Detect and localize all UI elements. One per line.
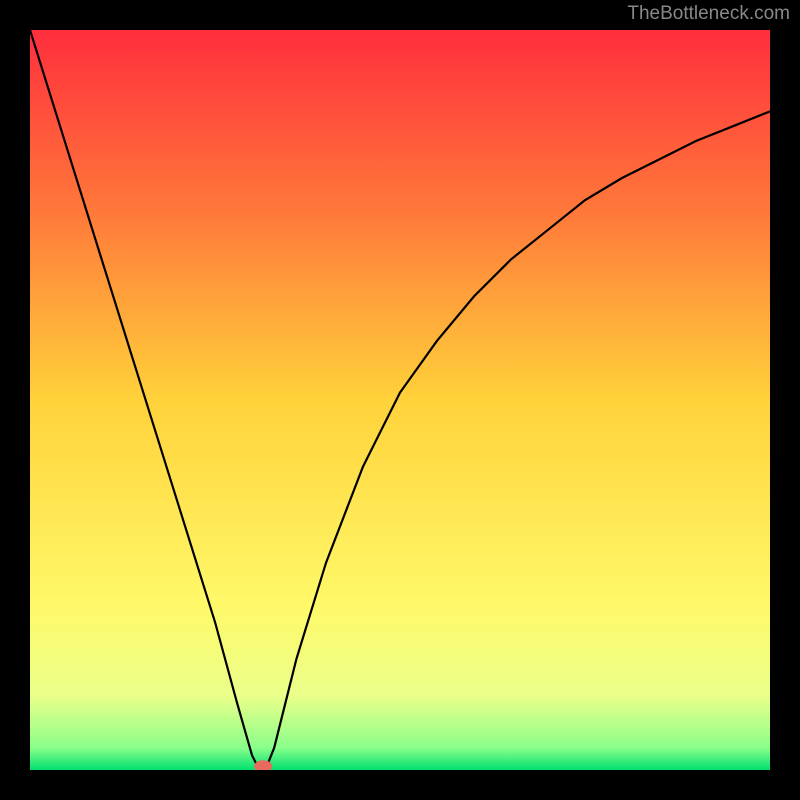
chart-container: TheBottleneck.com (0, 0, 800, 800)
plot-area (30, 30, 770, 770)
gradient-background (30, 30, 770, 770)
chart-svg (30, 30, 770, 770)
watermark-text: TheBottleneck.com (627, 3, 790, 25)
